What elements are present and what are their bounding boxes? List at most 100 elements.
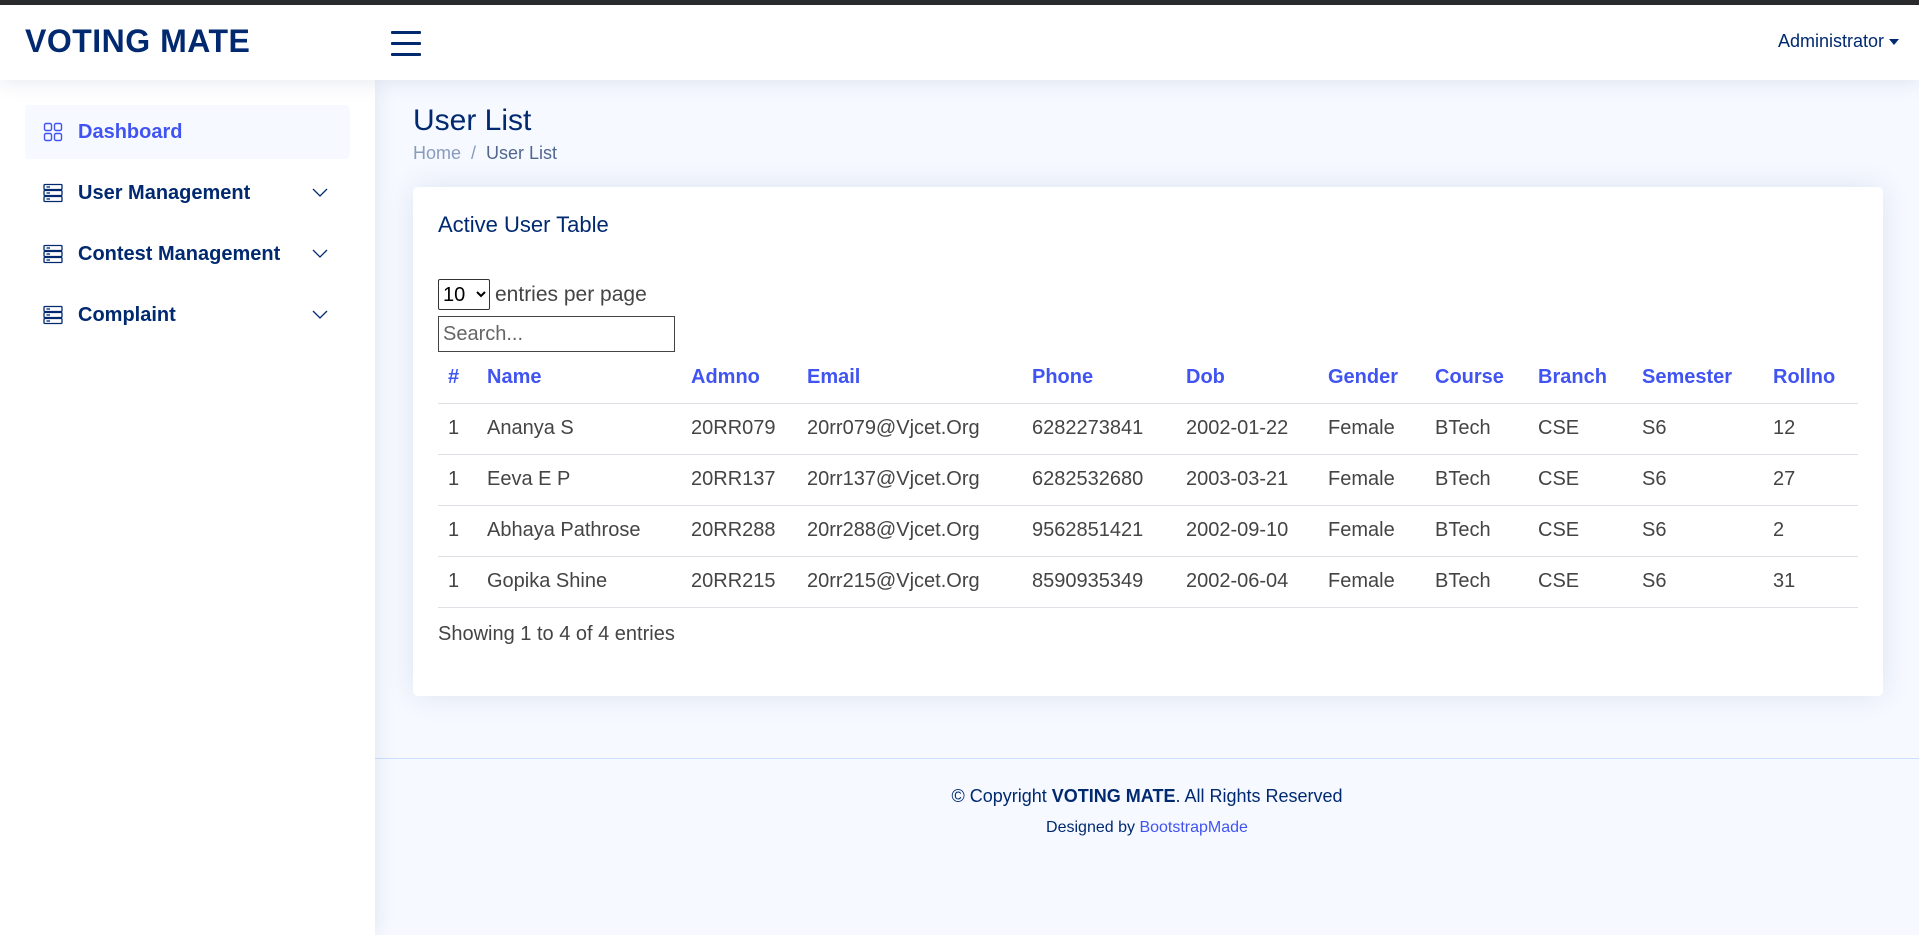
cell-name: Ananya S [477, 403, 681, 455]
column-header-email[interactable]: Email [797, 353, 1022, 404]
sidebar-item-label: Complaint [78, 303, 176, 326]
copyright-brand: VOTING MATE [1051, 786, 1176, 806]
table-row: 1 Ananya S 20RR079 20rr079@Vjcet.Org 628… [438, 403, 1858, 455]
column-header-index[interactable]: # [438, 353, 477, 404]
hamburger-menu-icon[interactable] [391, 31, 421, 56]
cell-rollno: 27 [1763, 454, 1858, 506]
user-menu-dropdown[interactable]: Administrator [1778, 31, 1899, 52]
entries-per-page-label: entries per page [495, 282, 647, 306]
column-header-phone[interactable]: Phone [1022, 353, 1176, 404]
cell-name: Eeva E P [477, 454, 681, 506]
sidebar-item-user-management[interactable]: User Management [25, 166, 350, 220]
cell-index: 1 [438, 556, 477, 608]
user-menu-label: Administrator [1777, 31, 1884, 51]
cell-course: BTech [1425, 556, 1528, 608]
cell-semester: S6 [1632, 403, 1763, 455]
grid-icon [43, 122, 63, 142]
column-header-branch[interactable]: Branch [1528, 353, 1632, 404]
copyright: © Copyright VOTING MATE. All Rights Rese… [375, 786, 1919, 807]
cell-dob: 2002-06-04 [1176, 556, 1318, 608]
entries-per-page-select[interactable]: 10 [438, 279, 490, 310]
cell-name: Abhaya Pathrose [477, 505, 681, 557]
designer-link[interactable]: BootstrapMade [1139, 819, 1248, 836]
server-icon [43, 305, 63, 325]
app-logo[interactable]: VOTING MATE [25, 23, 250, 60]
column-header-semester[interactable]: Semester [1632, 353, 1763, 404]
cell-phone: 9562851421 [1022, 505, 1176, 557]
cell-email: 20rr137@Vjcet.Org [797, 454, 1022, 506]
cell-rollno: 12 [1763, 403, 1858, 455]
cell-phone: 8590935349 [1022, 556, 1176, 608]
column-header-admno[interactable]: Admno [681, 353, 797, 404]
users-table: # Name Admno Email Phone Dob Gender Cour… [438, 353, 1858, 608]
copyright-prefix: © Copyright [951, 786, 1047, 806]
sidebar-item-label: Dashboard [78, 120, 183, 143]
cell-course: BTech [1425, 505, 1528, 557]
cell-admno: 20RR079 [681, 403, 797, 455]
cell-index: 1 [438, 403, 477, 455]
column-header-course[interactable]: Course [1425, 353, 1528, 404]
cell-email: 20rr288@Vjcet.Org [797, 505, 1022, 557]
sidebar: Dashboard User Management Contest Manage… [0, 80, 375, 935]
cell-rollno: 2 [1763, 505, 1858, 557]
table-row: 1 Gopika Shine 20RR215 20rr215@Vjcet.Org… [438, 556, 1858, 608]
cell-course: BTech [1425, 403, 1528, 455]
cell-gender: Female [1318, 403, 1425, 455]
page-footer: © Copyright VOTING MATE. All Rights Rese… [375, 758, 1919, 935]
search-input[interactable] [438, 316, 675, 352]
server-icon [43, 244, 63, 264]
breadcrumb: Home / User List [413, 143, 557, 164]
cell-index: 1 [438, 454, 477, 506]
cell-dob: 2003-03-21 [1176, 454, 1318, 506]
column-header-name[interactable]: Name [477, 353, 681, 404]
column-header-rollno[interactable]: Rollno [1763, 353, 1858, 404]
top-header: VOTING MATE Administrator [0, 5, 1919, 80]
cell-name: Gopika Shine [477, 556, 681, 608]
credits: Designed by BootstrapMade [375, 819, 1919, 837]
server-icon [43, 183, 63, 203]
column-header-dob[interactable]: Dob [1176, 353, 1318, 404]
cell-branch: CSE [1528, 403, 1632, 455]
table-row: 1 Eeva E P 20RR137 20rr137@Vjcet.Org 628… [438, 454, 1858, 506]
breadcrumb-separator: / [471, 143, 477, 163]
cell-email: 20rr079@Vjcet.Org [797, 403, 1022, 455]
chevron-down-icon [312, 188, 328, 197]
chevron-down-icon [312, 249, 328, 258]
cell-semester: S6 [1632, 556, 1763, 608]
sidebar-item-complaint[interactable]: Complaint [25, 288, 350, 342]
cell-semester: S6 [1632, 454, 1763, 506]
cell-dob: 2002-01-22 [1176, 403, 1318, 455]
sidebar-item-label: Contest Management [78, 242, 281, 265]
card-title: Active User Table [438, 212, 609, 237]
cell-gender: Female [1318, 556, 1425, 608]
cell-email: 20rr215@Vjcet.Org [797, 556, 1022, 608]
sidebar-item-contest-management[interactable]: Contest Management [25, 227, 350, 281]
cell-rollno: 31 [1763, 556, 1858, 608]
table-header-row: # Name Admno Email Phone Dob Gender Cour… [438, 353, 1858, 404]
caret-down-icon [1889, 38, 1899, 45]
column-header-gender[interactable]: Gender [1318, 353, 1425, 404]
cell-admno: 20RR215 [681, 556, 797, 608]
cell-admno: 20RR137 [681, 454, 797, 506]
credits-label: Designed by [1046, 819, 1135, 836]
cell-dob: 2002-09-10 [1176, 505, 1318, 557]
sidebar-item-dashboard[interactable]: Dashboard [25, 105, 350, 159]
cell-gender: Female [1318, 454, 1425, 506]
sidebar-item-label: User Management [78, 181, 251, 204]
cell-branch: CSE [1528, 556, 1632, 608]
table-row: 1 Abhaya Pathrose 20RR288 20rr288@Vjcet.… [438, 505, 1858, 557]
breadcrumb-current: User List [486, 143, 558, 163]
copyright-suffix: . All Rights Reserved [1175, 786, 1343, 806]
user-table-card: Active User Table 10 entries per page # … [413, 187, 1883, 696]
cell-index: 1 [438, 505, 477, 557]
cell-phone: 6282273841 [1022, 403, 1176, 455]
cell-branch: CSE [1528, 505, 1632, 557]
cell-gender: Female [1318, 505, 1425, 557]
cell-branch: CSE [1528, 454, 1632, 506]
entries-per-page: 10 entries per page [438, 279, 647, 310]
cell-course: BTech [1425, 454, 1528, 506]
breadcrumb-home-link[interactable]: Home [413, 143, 461, 164]
chevron-down-icon [312, 310, 328, 319]
cell-semester: S6 [1632, 505, 1763, 557]
page-title: User List [413, 104, 532, 137]
